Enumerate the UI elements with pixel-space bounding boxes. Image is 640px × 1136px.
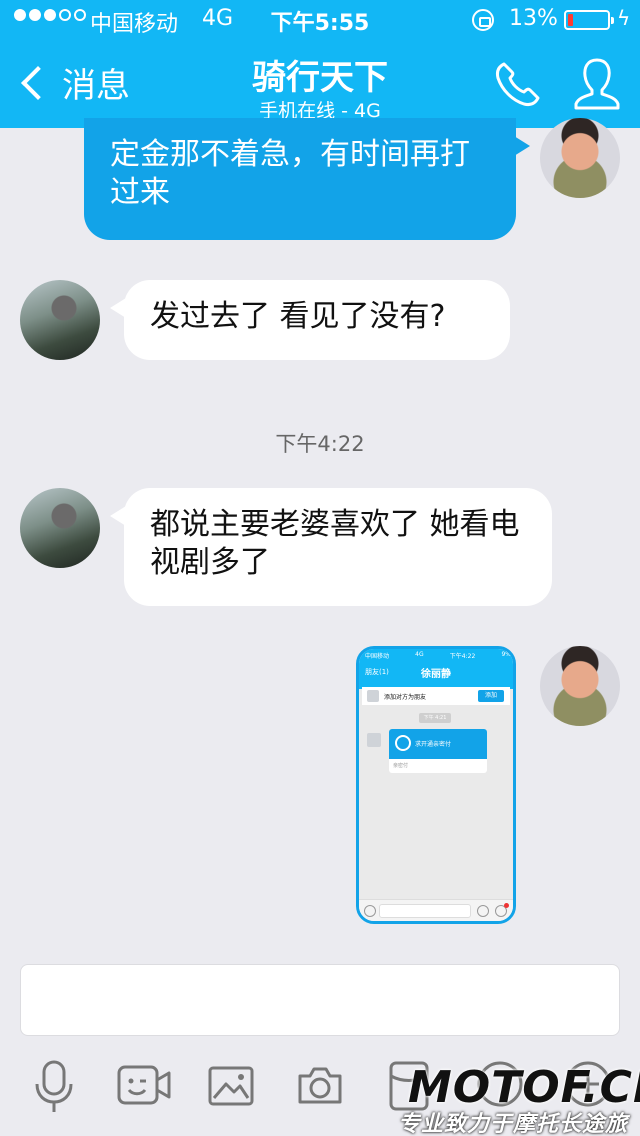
contact-avatar[interactable] [20,280,100,360]
screenshot-add-text: 添加对方为朋友 [384,693,427,701]
my-avatar[interactable] [540,646,620,726]
message-text: 发过去了 看见了没有? [150,299,446,334]
battery-icon [564,10,614,30]
screenshot-avatar [367,733,381,747]
screenshot-emoji-icon [477,905,489,917]
screenshot-input-bar [359,899,513,921]
screenshot-add-button: 添加 [478,690,504,702]
image-message[interactable]: 中国移动 4G 下午4:22 9% 朋友(1) 徐丽静 添加对方为朋友 添加 下… [356,646,516,924]
rotation-lock-icon [472,9,494,31]
screenshot-add-bar: 添加对方为朋友 添加 [362,687,510,705]
screenshot-timestamp: 下午 4:21 [419,713,451,723]
image-icon[interactable] [208,1066,254,1106]
my-avatar[interactable] [540,118,620,198]
screenshot-voice-icon [364,905,376,917]
message-bubble-outgoing[interactable]: 定金那不着急，有时间再打过来 [84,118,530,240]
screenshot-card: 求开通亲密付 亲密付 [389,729,487,773]
screenshot-title: 徐丽静 [421,669,451,680]
profile-icon[interactable] [572,56,622,112]
message-text: 都说主要老婆喜欢了 她看电视剧多了 [150,507,520,580]
chat-title: 骑行天下 [252,58,388,98]
screenshot-card-icon [395,735,411,751]
screenshot-carrier: 中国移动 [365,653,390,660]
video-call-icon[interactable] [116,1064,172,1108]
battery-percent: 13% [509,6,558,31]
message-text: 定金那不着急，有时间再打过来 [110,137,470,210]
message-timestamp: 下午4:22 [275,432,365,456]
watermark-slogan: 专业致力于摩托长途旅行 [398,1112,629,1136]
mic-icon[interactable] [32,1058,76,1118]
screenshot-badge [504,903,509,908]
camera-icon[interactable] [296,1064,344,1106]
contact-avatar[interactable] [20,488,100,568]
message-bubble-incoming[interactable]: 都说主要老婆喜欢了 她看电视剧多了 [110,488,552,606]
screenshot-battery: 9% [501,651,511,658]
screenshot-card-footer: 亲密付 [393,763,409,769]
charging-icon: ϟ [617,6,631,30]
screenshot-time: 下午4:22 [449,653,476,660]
screenshot-card-text: 求开通亲密付 [415,741,452,748]
status-bar: 中国移动 4G 下午5:55 13% ϟ [0,0,640,40]
screenshot-net: 4G [415,651,424,658]
header: 中国移动 4G 下午5:55 13% ϟ 消息 骑行天下 手机在线 - 4G [0,0,640,128]
message-input[interactable] [20,964,620,1036]
screenshot-user-icon [367,690,379,702]
screenshot-input [379,904,471,918]
screenshot-header: 中国移动 4G 下午4:22 9% 朋友(1) 徐丽静 [359,649,513,689]
message-bubble-incoming[interactable]: 发过去了 看见了没有? [110,280,510,360]
phone-call-icon[interactable] [492,60,542,110]
